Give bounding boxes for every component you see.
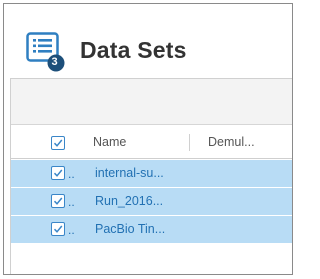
panel-header: 3 Data Sets (4, 4, 292, 78)
row-checkbox[interactable] (51, 222, 65, 236)
row-checkbox[interactable] (51, 166, 65, 180)
row-name-cell[interactable]: internal-su... (95, 166, 164, 180)
column-divider[interactable] (189, 134, 190, 151)
row-name-cell[interactable]: PacBio Tin... (95, 222, 165, 236)
grid-column-header: Name Demul... (11, 125, 292, 159)
row-divider (11, 243, 292, 244)
table-row[interactable]: .. internal-su... (11, 160, 292, 187)
page-title: Data Sets (80, 37, 187, 63)
table-row[interactable]: .. Run_2016... (11, 188, 292, 215)
table-row[interactable]: .. PacBio Tin... (11, 216, 292, 243)
list-icon: 3 (26, 32, 66, 72)
row-overflow-marker: .. (68, 223, 75, 237)
select-all-checkbox[interactable] (51, 136, 65, 150)
count-badge: 3 (51, 56, 58, 68)
row-overflow-marker: .. (68, 195, 75, 209)
row-checkbox[interactable] (51, 194, 65, 208)
row-overflow-marker: .. (68, 167, 75, 181)
data-sets-panel: 3 Data Sets Name Demul... .. internal-su… (3, 3, 293, 275)
column-name-header[interactable]: Name (93, 135, 126, 149)
grid-toolbar (11, 79, 292, 125)
datasets-grid: Name Demul... .. internal-su... .. Run_2… (10, 78, 292, 274)
row-name-cell[interactable]: Run_2016... (95, 194, 163, 208)
column-demul-header[interactable]: Demul... (208, 135, 255, 149)
